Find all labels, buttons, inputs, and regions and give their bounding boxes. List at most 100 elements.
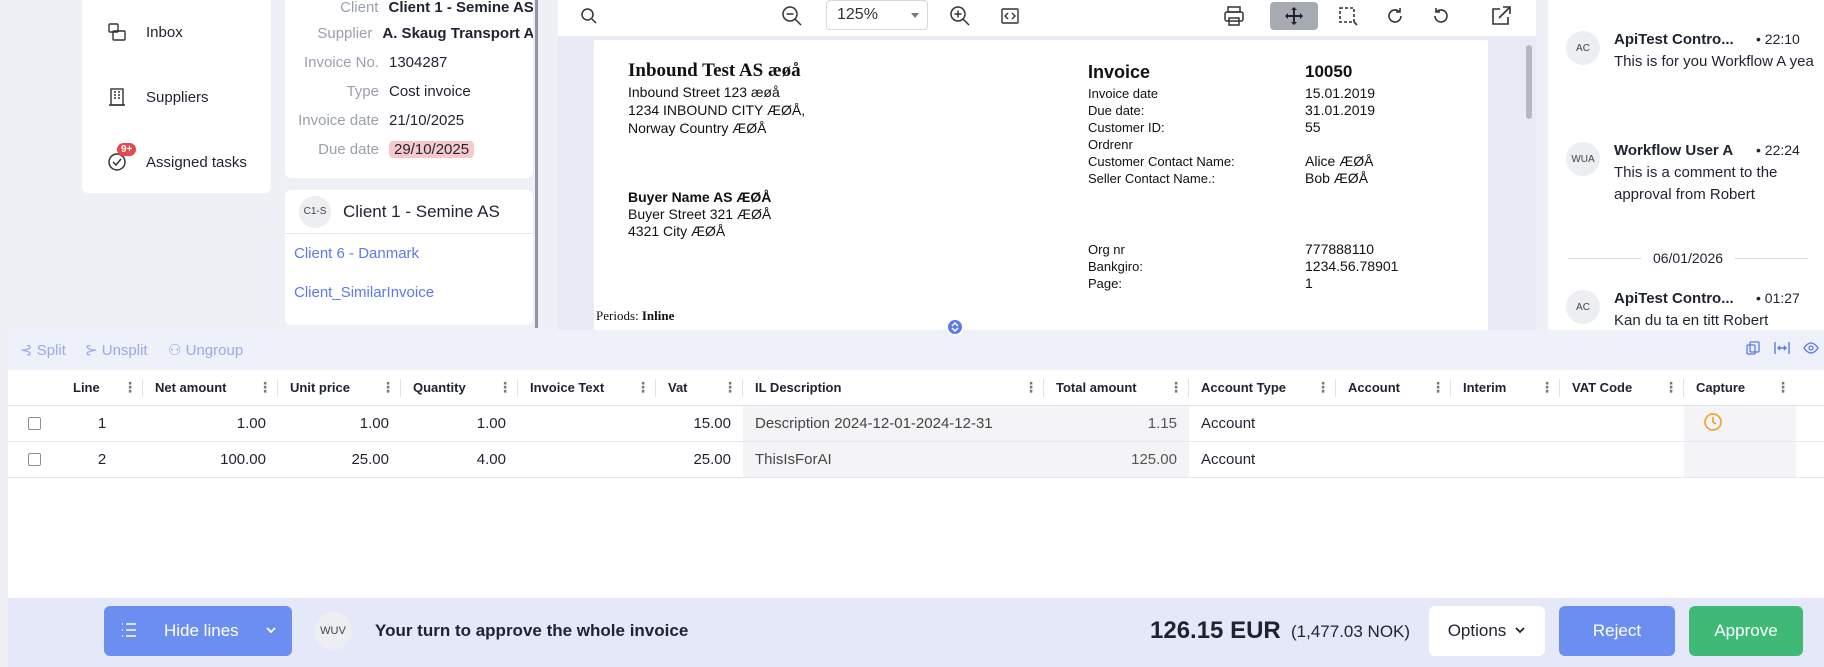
doc-field-value: 31.01.2019 bbox=[1305, 102, 1376, 118]
move-icon[interactable] bbox=[1270, 2, 1318, 30]
zoom-in-icon[interactable] bbox=[944, 2, 976, 30]
zoom-select[interactable]: 125% bbox=[826, 0, 928, 30]
cell-quantity[interactable]: 4.00 bbox=[401, 442, 518, 477]
resize-handle[interactable] bbox=[946, 318, 964, 336]
split-button[interactable]: ⊰ Split bbox=[20, 341, 66, 359]
col-header-label: Net amount bbox=[155, 380, 227, 395]
col-header-label: Account Type bbox=[1201, 380, 1286, 395]
more-icon[interactable]: ⋮ bbox=[123, 379, 137, 396]
cell-account[interactable] bbox=[1336, 406, 1451, 441]
more-icon[interactable]: ⋮ bbox=[1664, 379, 1678, 396]
cell-interim[interactable] bbox=[1451, 442, 1560, 477]
table-row[interactable]: 1 1.00 1.00 1.00 15.00 Description 2024-… bbox=[8, 406, 1824, 442]
col-header[interactable]: Vat ⋮ bbox=[656, 370, 743, 405]
col-header[interactable]: Unit price ⋮ bbox=[278, 370, 401, 405]
more-icon[interactable]: ⋮ bbox=[498, 379, 512, 396]
clock-icon[interactable] bbox=[1702, 411, 1724, 437]
col-header[interactable]: Total amount ⋮ bbox=[1044, 370, 1189, 405]
nav-item-assigned-tasks[interactable]: 9+ Assigned tasks bbox=[106, 143, 247, 177]
more-icon[interactable]: ⋮ bbox=[723, 379, 737, 396]
col-header[interactable]: Invoice Text ⋮ bbox=[518, 370, 656, 405]
options-button[interactable]: Options bbox=[1429, 606, 1545, 656]
row-checkbox[interactable] bbox=[28, 417, 41, 430]
info-label: Type bbox=[346, 82, 379, 100]
col-header[interactable]: Line ⋮ bbox=[61, 370, 143, 405]
viewer-scrollbar[interactable] bbox=[1526, 45, 1532, 119]
client-name: Client 1 - Semine AS bbox=[343, 201, 500, 221]
client-header[interactable]: C1-S Client 1 - Semine AS bbox=[285, 190, 533, 234]
eye-icon[interactable] bbox=[1803, 341, 1819, 357]
panel-divider[interactable] bbox=[535, 0, 538, 328]
comment-time: • 01:27 bbox=[1756, 290, 1800, 306]
ungroup-button[interactable]: ⚇ Ungroup bbox=[168, 341, 243, 359]
chevron-down-icon[interactable] bbox=[264, 623, 278, 640]
cell-unit-price[interactable]: 1.00 bbox=[278, 406, 401, 441]
more-icon[interactable]: ⋮ bbox=[1776, 379, 1790, 396]
reject-button[interactable]: Reject bbox=[1559, 606, 1675, 656]
print-icon[interactable] bbox=[1218, 2, 1250, 30]
doc-periods: Periods: Inline bbox=[596, 308, 674, 324]
row-checkbox[interactable] bbox=[28, 453, 41, 466]
more-icon[interactable]: ⋮ bbox=[258, 379, 272, 396]
nav-item-suppliers[interactable]: Suppliers bbox=[106, 82, 209, 112]
split-label: Split bbox=[36, 342, 66, 359]
cell-account-type[interactable]: Account bbox=[1189, 406, 1336, 441]
search-icon[interactable] bbox=[573, 2, 605, 30]
cell-account-type[interactable]: Account bbox=[1189, 442, 1336, 477]
table-header: Line ⋮ Net amount ⋮ Unit price ⋮ Quantity ⋮ … bbox=[8, 370, 1824, 406]
approve-button[interactable]: Approve bbox=[1689, 606, 1803, 656]
col-header[interactable]: Capture ⋮ bbox=[1684, 370, 1796, 405]
col-header[interactable]: Net amount ⋮ bbox=[143, 370, 278, 405]
fit-columns-icon[interactable] bbox=[1774, 341, 1790, 358]
cell-invoice-text[interactable] bbox=[518, 406, 656, 441]
unsplit-button[interactable]: ⊱ Unsplit bbox=[85, 341, 148, 359]
cell-description[interactable]: Description 2024-12-01-2024-12-31 bbox=[743, 406, 1044, 441]
open-external-icon[interactable] bbox=[1485, 2, 1517, 30]
avatar: WUV bbox=[314, 612, 352, 650]
tasks-badge: 9+ bbox=[117, 143, 137, 156]
cell-account[interactable] bbox=[1336, 442, 1451, 477]
more-icon[interactable]: ⋮ bbox=[1169, 379, 1183, 396]
more-icon[interactable]: ⋮ bbox=[381, 379, 395, 396]
cell-vat-code[interactable] bbox=[1560, 406, 1684, 441]
col-header[interactable]: Account ⋮ bbox=[1336, 370, 1451, 405]
col-header[interactable]: IL Description ⋮ bbox=[743, 370, 1044, 405]
select-area-icon[interactable] bbox=[1332, 2, 1364, 30]
copy-icon[interactable] bbox=[1746, 341, 1760, 358]
col-header[interactable]: Quantity ⋮ bbox=[401, 370, 518, 405]
client-link[interactable]: Client 6 - Danmark bbox=[285, 234, 533, 273]
more-icon[interactable]: ⋮ bbox=[1316, 379, 1330, 396]
comment-time-value: 22:10 bbox=[1764, 31, 1800, 47]
info-row-type: Type Cost invoice bbox=[285, 80, 533, 102]
cell-quantity[interactable]: 1.00 bbox=[401, 406, 518, 441]
cell-interim[interactable] bbox=[1451, 406, 1560, 441]
cell-vat[interactable]: 25.00 bbox=[656, 442, 743, 477]
cell-unit-price[interactable]: 25.00 bbox=[278, 442, 401, 477]
more-icon[interactable]: ⋮ bbox=[1540, 379, 1554, 396]
nav-item-inbox[interactable]: Inbox bbox=[106, 17, 183, 47]
more-icon[interactable]: ⋮ bbox=[1431, 379, 1445, 396]
col-header[interactable]: Interim ⋮ bbox=[1451, 370, 1560, 405]
col-header[interactable]: VAT Code ⋮ bbox=[1560, 370, 1684, 405]
cell-description[interactable]: ThisIsForAI bbox=[743, 442, 1044, 477]
col-header-label: Interim bbox=[1463, 380, 1507, 395]
rotate-right-icon[interactable] bbox=[1379, 2, 1411, 30]
more-icon[interactable]: ⋮ bbox=[1024, 379, 1038, 396]
cell-net-amount[interactable]: 100.00 bbox=[143, 442, 278, 477]
cell-vat-code[interactable] bbox=[1560, 442, 1684, 477]
doc-field-label: Org nr bbox=[1088, 242, 1125, 257]
rotate-left-icon[interactable] bbox=[1425, 2, 1457, 30]
hide-lines-button[interactable]: Hide lines bbox=[104, 606, 292, 656]
table-row[interactable]: 2 100.00 25.00 4.00 25.00 ThisIsForAI 12… bbox=[8, 442, 1824, 478]
cell-net-amount[interactable]: 1.00 bbox=[143, 406, 278, 441]
more-icon[interactable]: ⋮ bbox=[636, 379, 650, 396]
fit-width-icon[interactable] bbox=[994, 2, 1026, 30]
cell-invoice-text[interactable] bbox=[518, 442, 656, 477]
cell-vat[interactable]: 15.00 bbox=[656, 406, 743, 441]
doc-periods-label: Periods: bbox=[596, 308, 639, 323]
doc-buyer-address: 4321 City ÆØÅ bbox=[628, 223, 726, 239]
zoom-out-icon[interactable] bbox=[776, 2, 808, 30]
info-label: Due date bbox=[318, 140, 379, 158]
col-header[interactable]: Account Type ⋮ bbox=[1189, 370, 1336, 405]
client-link[interactable]: Client_SimilarInvoice bbox=[285, 273, 533, 312]
